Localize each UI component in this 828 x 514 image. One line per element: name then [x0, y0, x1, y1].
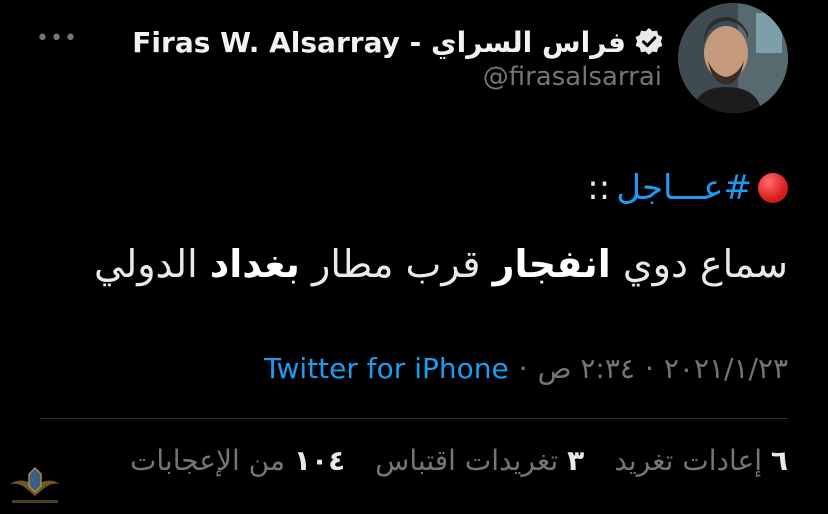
red-circle-icon — [758, 173, 788, 203]
author-name-row: فراس السراي - Firas W. Alsarray — [132, 20, 664, 64]
likes-label: من الإعجابات — [130, 444, 285, 477]
tweet-text: سماع دوي انفجار قرب مطار بغداد الدولي — [94, 242, 788, 286]
author-handle[interactable]: @firasalsarrai — [483, 62, 662, 92]
tweet-date[interactable]: ٢٠٢١/١/٢٣ — [664, 352, 788, 385]
meta-separator: · — [518, 352, 528, 385]
likes-count: ١٠٤ — [293, 444, 346, 477]
author-display-name[interactable]: فراس السراي - Firas W. Alsarray — [132, 26, 626, 59]
quotes-label: تغريدات اقتباس — [375, 444, 559, 477]
tweet-text-part2: قرب مطار — [312, 242, 481, 286]
tweet-text-part3: الدولي — [93, 242, 198, 286]
tweet-text-part1: سماع دوي — [622, 242, 788, 286]
hashtag-link[interactable]: #عـــاجل — [616, 168, 752, 208]
retweets-label: إعادات تغريد — [614, 444, 762, 477]
avatar[interactable] — [678, 3, 788, 113]
tweet-source-link[interactable]: Twitter for iPhone — [264, 352, 509, 385]
quotes-stat[interactable]: ٣ تغريدات اقتباس — [375, 444, 584, 477]
meta-separator: · — [644, 352, 654, 385]
tweet-stats: ٦ إعادات تغريد ٣ تغريدات اقتباس ١٠٤ من ا… — [130, 444, 788, 477]
quotes-count: ٣ — [567, 444, 585, 477]
profile-photo — [678, 3, 788, 113]
verified-badge-icon — [635, 28, 663, 55]
more-icon: ••• — [36, 26, 78, 51]
tweet-text-bold2: بغداد — [209, 242, 300, 286]
likes-stat[interactable]: ١٠٤ من الإعجابات — [130, 444, 345, 477]
tweet-text-bold1: انفجار — [492, 242, 611, 286]
tweet-meta: ٢٠٢١/١/٢٣ · ٢:٣٤ ص · Twitter for iPhone — [264, 352, 788, 385]
retweets-count: ٦ — [770, 444, 788, 477]
headline-separator: :: — [587, 168, 611, 208]
watermark-logo — [10, 466, 60, 503]
more-options-button[interactable]: ••• — [36, 22, 77, 56]
tweet-headline: #عـــاجل :: — [587, 168, 788, 208]
tweet-time[interactable]: ٢:٣٤ ص — [538, 352, 635, 385]
divider — [40, 418, 788, 419]
retweets-stat[interactable]: ٦ إعادات تغريد — [614, 444, 788, 477]
